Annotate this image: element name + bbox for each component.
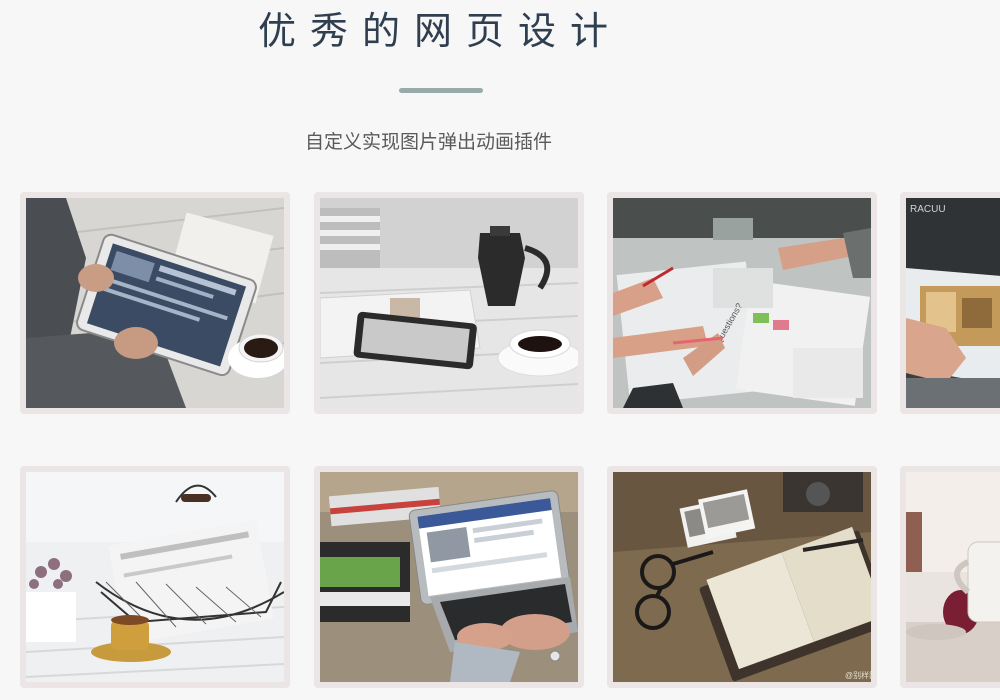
page-title: 优秀的网页设计 [258, 9, 623, 53]
gallery-card-7[interactable]: @别样网 [607, 466, 877, 688]
svg-text:RACUU: RACUU [910, 204, 946, 215]
gallery-card-2[interactable] [314, 192, 584, 414]
magazine-reading-photo[interactable]: RACUU [906, 198, 1000, 408]
gallery-card-6[interactable] [314, 466, 584, 688]
gallery-card-3[interactable]: Questions? [607, 192, 877, 414]
wire-basket-tea-photo[interactable] [26, 472, 284, 682]
notebook-and-glasses-photo[interactable]: @别样网 [613, 472, 871, 682]
coffee-mug-photo[interactable] [906, 472, 1000, 682]
page: 优秀的网页设计 自定义实现图片弹出动画插件 Questions? RACUU @… [0, 0, 1000, 700]
gallery-card-1[interactable] [20, 192, 290, 414]
tablet-on-desk-photo[interactable] [26, 198, 284, 408]
gallery-card-5[interactable] [20, 466, 290, 688]
title-divider [399, 88, 483, 93]
laptop-typing-photo[interactable] [320, 472, 578, 682]
team-brainstorm-photo[interactable]: Questions? [613, 198, 871, 408]
watermark: @别样网 [845, 670, 871, 680]
gallery-card-8[interactable] [900, 466, 1000, 688]
coffee-and-tablet-photo[interactable] [320, 198, 578, 408]
page-subtitle: 自定义实现图片弹出动画插件 [305, 131, 553, 153]
gallery-card-4[interactable]: RACUU [900, 192, 1000, 414]
